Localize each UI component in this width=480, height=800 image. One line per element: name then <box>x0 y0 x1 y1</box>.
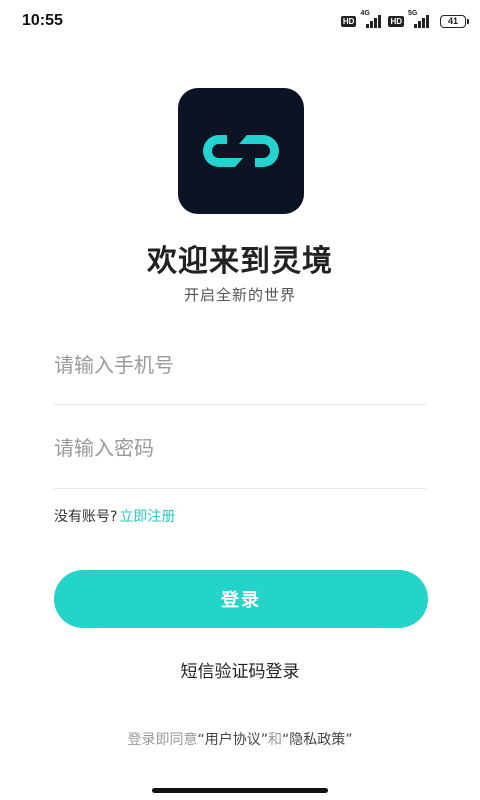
home-indicator[interactable] <box>152 788 328 793</box>
phone-input[interactable] <box>54 342 426 388</box>
login-screen: 10:55 HD 4G HD 5G 41 欢迎来到灵境 开启全新的世界 请输入手… <box>0 0 480 800</box>
agreement-and: 和 <box>268 732 282 748</box>
status-time: 10:55 <box>22 12 63 29</box>
register-prompt: 没有账号? <box>54 509 118 525</box>
app-logo <box>178 88 304 214</box>
status-bar: 10:55 HD 4G HD 5G 41 <box>0 0 480 42</box>
cellular-signal-icon-2: 5G <box>408 10 432 30</box>
agreement-prefix: 登录即同意 <box>127 732 198 748</box>
hd-badge-2: HD <box>388 15 404 27</box>
register-row: 没有账号? 立即注册 <box>54 506 175 526</box>
sms-login-link[interactable]: 短信验证码登录 <box>0 657 480 682</box>
password-input[interactable] <box>54 424 426 472</box>
chain-link-logo-icon <box>203 135 279 167</box>
battery-level: 41 <box>447 16 458 26</box>
hd-badge: HD <box>340 15 357 27</box>
cellular-signal-icon: 4G <box>360 10 384 30</box>
phone-field-container <box>54 342 426 405</box>
agreement-text: 登录即同意“用户协议”和“隐私政策” <box>0 729 480 749</box>
battery-icon: 41 <box>440 14 469 28</box>
user-agreement-link[interactable]: “用户协议” <box>197 732 268 748</box>
welcome-subtitle: 开启全新的世界 <box>183 286 296 304</box>
status-indicators: HD 4G HD 5G 41 <box>340 10 469 30</box>
login-button[interactable]: 登录 <box>54 570 428 628</box>
password-field-container <box>54 424 426 489</box>
privacy-policy-link[interactable]: “隐私政策” <box>282 732 353 748</box>
welcome-title: 欢迎来到灵境 <box>147 244 333 279</box>
register-link[interactable]: 立即注册 <box>119 509 175 525</box>
